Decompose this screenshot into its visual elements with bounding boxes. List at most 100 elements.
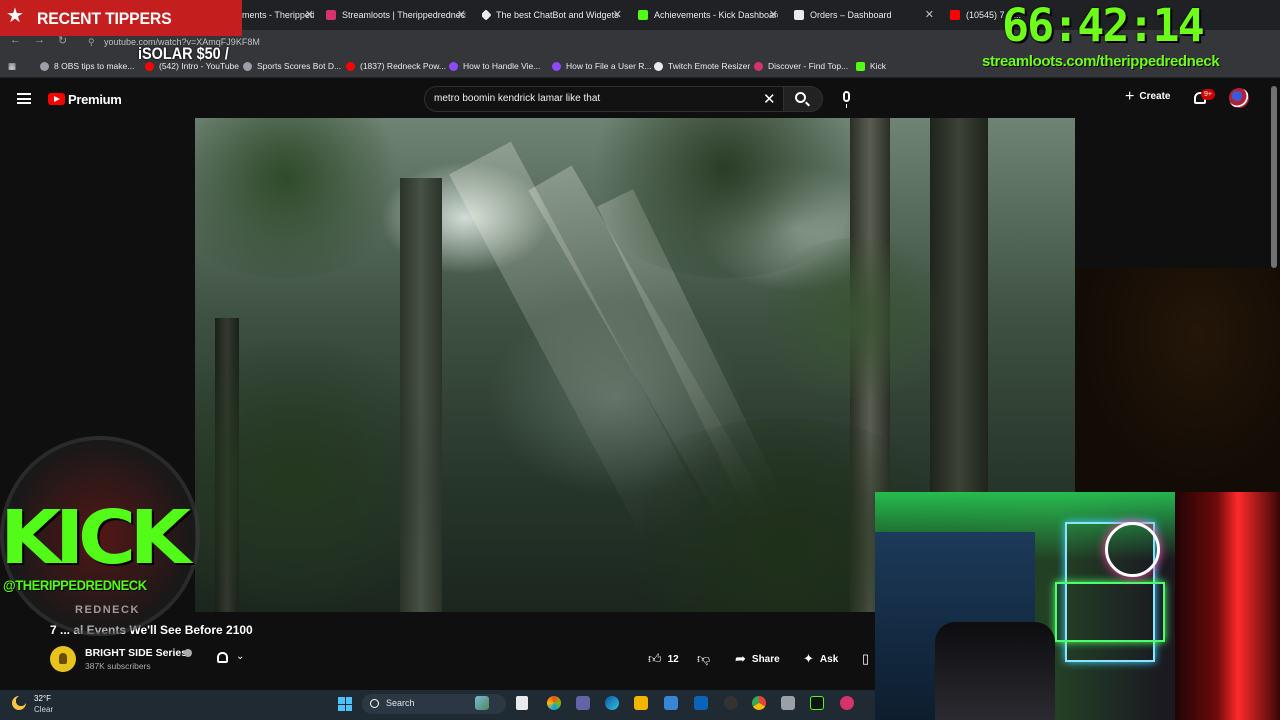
foliage <box>755 238 955 398</box>
moon-weather-icon[interactable] <box>12 696 26 710</box>
dislike-button[interactable]: 👎︎ <box>697 651 710 667</box>
tab-title: The best ChatBot and Widgets <box>496 10 619 20</box>
recent-tippers-label: RECENT TIPPERS <box>37 9 172 28</box>
star-icon: ★ <box>6 5 24 27</box>
chevron-down-icon[interactable]: ⌄ <box>236 651 244 662</box>
weather-temperature[interactable]: 32°F <box>34 694 51 703</box>
taskbar-search-input[interactable]: Search <box>386 698 415 708</box>
plus-icon: + <box>1125 87 1135 105</box>
bookmark-label: Discover - Find Top... <box>768 61 849 71</box>
kick-handle: @THERIPPEDREDNECK <box>3 577 147 593</box>
bookmark-handle-viewers[interactable]: How to Handle Vie... <box>449 61 540 71</box>
weather-condition[interactable]: Clear <box>34 705 53 714</box>
app-icon[interactable] <box>840 696 854 710</box>
task-view-icon[interactable] <box>516 696 528 710</box>
search-icon <box>370 699 379 708</box>
store-icon[interactable] <box>664 696 678 710</box>
microphone-icon[interactable] <box>843 91 850 108</box>
tab-title: Achievements - Kick Dashboard <box>654 10 778 20</box>
tab-title: Streamloots | Therippedredneck <box>342 10 466 20</box>
like-button[interactable]: 👍︎ 12 <box>648 651 679 667</box>
streamer-silhouette <box>1175 492 1280 720</box>
ask-label: Ask <box>819 653 839 665</box>
bookmark-label: 8 OBS tips to make... <box>54 61 135 71</box>
page-scrollbar[interactable] <box>1271 86 1277 268</box>
bookmark-icon <box>243 61 252 71</box>
apps-grid-icon[interactable]: ▦ <box>8 61 16 72</box>
search-input[interactable]: metro boomin kendrick lamar like that <box>434 93 600 104</box>
streamloots-icon <box>326 10 336 20</box>
notification-count-badge: 9+ <box>1201 89 1215 100</box>
chrome-icon[interactable] <box>752 696 766 710</box>
twitch-icon <box>552 61 561 71</box>
outlook-icon[interactable] <box>694 696 708 710</box>
close-icon[interactable]: ✕ <box>457 8 466 21</box>
bookmark-emote-resizer[interactable]: Twitch Emote Resizer <box>654 61 750 71</box>
subscription-bell-icon[interactable] <box>217 652 228 663</box>
bookmark-label: Sports Scores Bot D... <box>257 61 342 71</box>
teams-icon[interactable] <box>576 696 590 710</box>
create-label: Create <box>1139 91 1171 102</box>
verified-icon <box>184 649 192 657</box>
bookmark-label: How to File a User R... <box>566 61 652 71</box>
bookmark-redneck-pow[interactable]: (1837) Redneck Pow... <box>346 61 446 71</box>
youtube-logo-icon[interactable] <box>48 93 65 105</box>
kick-logo-text: KICK <box>0 495 191 581</box>
channel-name[interactable]: BRIGHT SIDE Series <box>85 647 187 659</box>
youtube-icon <box>346 61 355 71</box>
tab-orders[interactable]: Orders – Dashboard ✕ <box>794 4 934 26</box>
obs-icon[interactable] <box>724 696 738 710</box>
youtube-icon <box>950 10 960 20</box>
ask-button[interactable]: ✦ Ask <box>803 651 838 667</box>
channel-avatar[interactable] <box>50 646 76 672</box>
thumbs-up-icon: 👍︎ <box>648 651 662 666</box>
kick-icon <box>856 61 865 71</box>
tab-chatbot[interactable]: The best ChatBot and Widgets ✕ <box>482 4 622 26</box>
dark-panel <box>1075 268 1280 492</box>
bookmark-icon <box>754 61 763 71</box>
create-button[interactable]: + Create <box>1125 87 1171 105</box>
youtube-premium-label[interactable]: Premium <box>68 92 122 107</box>
tab-streamloots[interactable]: Streamloots | Therippedredneck ✕ <box>326 4 466 26</box>
file-explorer-icon[interactable] <box>634 696 648 710</box>
bookmark-label: Twitch Emote Resizer <box>668 61 751 71</box>
sparkle-icon: ✦ <box>803 651 814 666</box>
bookmark-kick[interactable]: Kick <box>856 61 886 71</box>
search-icon <box>795 92 806 103</box>
foliage <box>195 118 415 278</box>
terminal-icon[interactable] <box>810 696 824 710</box>
thumbs-down-icon: 👎︎ <box>697 651 711 666</box>
widget-icon[interactable] <box>475 696 489 710</box>
bookmark-obs-tips[interactable]: 8 OBS tips to make... <box>40 61 134 71</box>
clear-search-icon[interactable]: ✕ <box>763 90 776 108</box>
edge-icon[interactable] <box>605 696 619 710</box>
chatbot-icon <box>482 9 492 21</box>
close-icon[interactable]: ✕ <box>769 8 778 21</box>
share-button[interactable]: ➦ Share <box>735 651 780 667</box>
copilot-icon[interactable] <box>547 696 561 710</box>
windows-start-icon[interactable] <box>338 697 352 711</box>
kick-icon <box>638 10 648 20</box>
bookmark-label: Kick <box>870 61 887 71</box>
share-label: Share <box>751 653 780 665</box>
kick-emblem-text: REDNECK <box>75 604 140 616</box>
bookmark-discover[interactable]: Discover - Find Top... <box>754 61 848 71</box>
menu-icon[interactable] <box>17 93 31 104</box>
site-info-icon[interactable]: ⚲ <box>88 37 95 48</box>
neon-light <box>1055 582 1165 642</box>
close-icon[interactable]: ✕ <box>613 8 622 21</box>
bookmark-icon <box>40 61 49 71</box>
close-icon[interactable]: ✕ <box>305 8 314 21</box>
save-button[interactable]: ▯ <box>862 651 869 667</box>
account-avatar[interactable] <box>1229 88 1249 108</box>
tab-kick-achievements[interactable]: Achievements - Kick Dashboard ✕ <box>638 4 778 26</box>
chair <box>935 622 1055 720</box>
app-icon[interactable] <box>781 696 795 710</box>
share-icon: ➦ <box>735 651 746 666</box>
bookmark-sports-scores[interactable]: Sports Scores Bot D... <box>243 61 341 71</box>
bookmark-label: (1837) Redneck Pow... <box>360 61 446 71</box>
bookmark-icon: ▯ <box>862 651 870 666</box>
bookmark-file-user-report[interactable]: How to File a User R... <box>552 61 652 71</box>
subscriber-count: 387K subscribers <box>85 661 151 671</box>
close-icon[interactable]: ✕ <box>925 8 934 21</box>
